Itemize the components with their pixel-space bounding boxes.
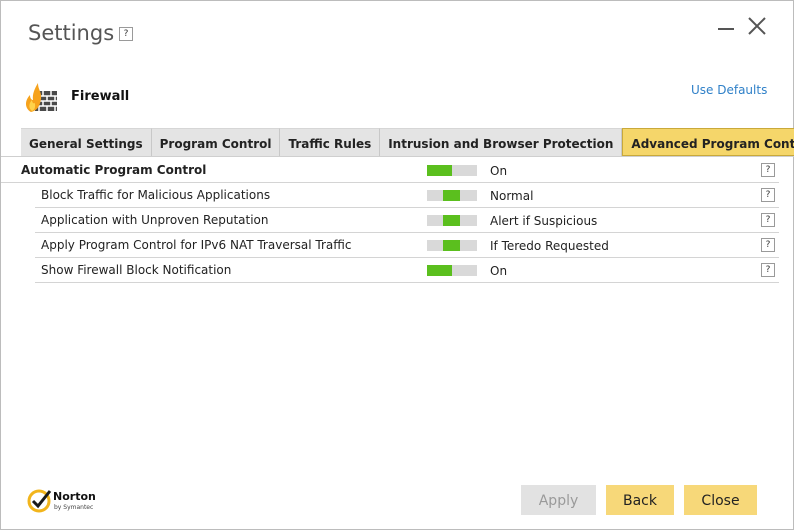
slider-fill — [443, 215, 460, 226]
brand-subtitle: by Symantec — [54, 504, 94, 511]
setting-value: Normal — [490, 189, 534, 203]
setting-value: Alert if Suspicious — [490, 214, 598, 228]
setting-row-block-notification: Show Firewall Block Notification On ? — [35, 258, 779, 283]
brand-name: Norton — [53, 490, 96, 503]
setting-value: On — [490, 264, 508, 278]
help-button[interactable]: ? — [761, 238, 775, 252]
setting-label: Block Traffic for Malicious Applications — [41, 188, 271, 202]
setting-label: Apply Program Control for IPv6 NAT Trave… — [41, 238, 352, 252]
tab-intrusion-browser-protection[interactable]: Intrusion and Browser Protection — [380, 128, 623, 156]
tab-program-control[interactable]: Program Control — [151, 128, 281, 156]
setting-label: Show Firewall Block Notification — [41, 263, 232, 277]
title-help-button[interactable]: ? — [119, 27, 133, 41]
tab-bar: General Settings Program Control Traffic… — [21, 128, 794, 156]
setting-slider[interactable] — [427, 190, 477, 201]
minimize-button[interactable] — [715, 15, 737, 37]
slider-fill — [443, 190, 460, 201]
norton-logo: Norton by Symantec — [27, 487, 107, 517]
setting-toggle[interactable] — [427, 265, 477, 276]
help-button[interactable]: ? — [761, 213, 775, 227]
setting-toggle[interactable] — [427, 165, 477, 176]
window-title: Settings — [28, 21, 115, 45]
setting-slider[interactable] — [427, 240, 477, 251]
close-icon — [748, 17, 766, 35]
setting-row-unproven-reputation: Application with Unproven Reputation Ale… — [35, 208, 779, 233]
settings-list: Automatic Program Control On ? Block Tra… — [1, 158, 794, 283]
use-defaults-link[interactable]: Use Defaults — [691, 83, 767, 97]
setting-row-automatic-program-control: Automatic Program Control On ? — [1, 158, 779, 183]
close-window-button[interactable] — [746, 15, 768, 37]
apply-button[interactable]: Apply — [521, 485, 596, 515]
setting-slider[interactable] — [427, 215, 477, 226]
firewall-flame-icon — [26, 83, 57, 112]
toggle-fill — [427, 265, 452, 276]
tab-traffic-rules[interactable]: Traffic Rules — [280, 128, 381, 156]
setting-label: Automatic Program Control — [21, 163, 207, 177]
setting-value: If Teredo Requested — [490, 239, 609, 253]
help-button[interactable]: ? — [761, 263, 775, 277]
tab-general-settings[interactable]: General Settings — [21, 128, 152, 156]
toggle-fill — [427, 165, 452, 176]
norton-check-icon — [27, 489, 52, 513]
help-button[interactable]: ? — [761, 163, 775, 177]
tab-advanced-program-control[interactable]: Advanced Program Control — [622, 128, 794, 156]
setting-label: Application with Unproven Reputation — [41, 213, 269, 227]
help-button[interactable]: ? — [761, 188, 775, 202]
divider — [1, 156, 794, 157]
setting-row-ipv6-nat-traversal: Apply Program Control for IPv6 NAT Trave… — [35, 233, 779, 258]
section-title: Firewall — [71, 89, 130, 104]
slider-fill — [443, 240, 460, 251]
close-button[interactable]: Close — [684, 485, 757, 515]
setting-value: On — [490, 164, 508, 178]
back-button[interactable]: Back — [606, 485, 674, 515]
setting-row-block-traffic: Block Traffic for Malicious Applications… — [35, 183, 779, 208]
